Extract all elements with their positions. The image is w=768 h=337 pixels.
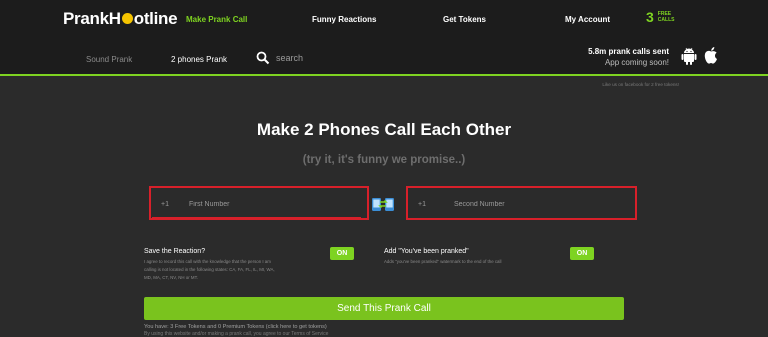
nav-funny-reactions[interactable]: Funny Reactions xyxy=(312,15,376,24)
save-reaction-toggle[interactable]: ON xyxy=(330,247,354,260)
tokens-info-link[interactable]: You have: 3 Free Tokens and 0 Premium To… xyxy=(144,324,327,330)
nav-make-prank-call[interactable]: Make Prank Call xyxy=(186,15,247,24)
search-input[interactable]: search xyxy=(276,53,303,63)
nav-get-tokens[interactable]: Get Tokens xyxy=(443,15,486,24)
nav-my-account[interactable]: My Account xyxy=(565,15,610,24)
prankhotline-logo[interactable]: PrankH otline xyxy=(63,9,178,29)
pranked-watermark-title: Add "You've been pranked" xyxy=(384,248,469,255)
terms-note: By using this website and/or making a pr… xyxy=(144,331,329,337)
app-coming-soon: App coming soon! xyxy=(604,58,669,67)
send-prank-call-button[interactable]: Send This Prank Call xyxy=(144,297,624,320)
second-number-field[interactable]: +1 xyxy=(406,186,637,220)
first-number-input[interactable] xyxy=(189,197,329,211)
subnav-two-phones-prank[interactable]: 2 phones Prank xyxy=(171,55,227,64)
accent-divider xyxy=(0,74,768,76)
apple-icon[interactable] xyxy=(703,46,719,65)
save-reaction-title: Save the Reaction? xyxy=(144,248,206,255)
smiley-icon xyxy=(121,13,133,25)
second-country-code: +1 xyxy=(418,201,426,208)
logo-text-prank: Prank xyxy=(63,9,109,28)
logo-text-otline: otline xyxy=(133,9,178,28)
save-reaction-description: I agree to record this call with the kno… xyxy=(144,259,275,280)
first-number-field[interactable]: +1 xyxy=(149,186,369,220)
facebook-like-note[interactable]: Like us on facebook for 2 free tokens! xyxy=(560,82,679,87)
calls-stats: 5.8m prank calls sent App coming soon! xyxy=(555,47,669,67)
page-subtitle: (try it, it's funny we promise..) xyxy=(302,154,466,166)
pranked-watermark-description: Adds "you've been pranked" watermark to … xyxy=(384,259,502,264)
page-title: Make 2 Phones Call Each Other xyxy=(256,120,512,139)
free-calls-count: 3 xyxy=(646,9,654,25)
pranked-watermark-toggle[interactable]: ON xyxy=(570,247,594,260)
first-country-code: +1 xyxy=(161,201,169,208)
android-icon[interactable] xyxy=(681,47,697,65)
phones-swap-icon xyxy=(372,198,394,211)
prank-calls-count: 5.8m prank calls sent xyxy=(588,47,669,56)
free-calls-badge[interactable]: 3 FREE CALLS xyxy=(646,9,674,27)
subnav-sound-prank[interactable]: Sound Prank xyxy=(86,55,132,64)
second-number-input[interactable] xyxy=(454,197,594,211)
search-icon[interactable] xyxy=(256,51,270,65)
